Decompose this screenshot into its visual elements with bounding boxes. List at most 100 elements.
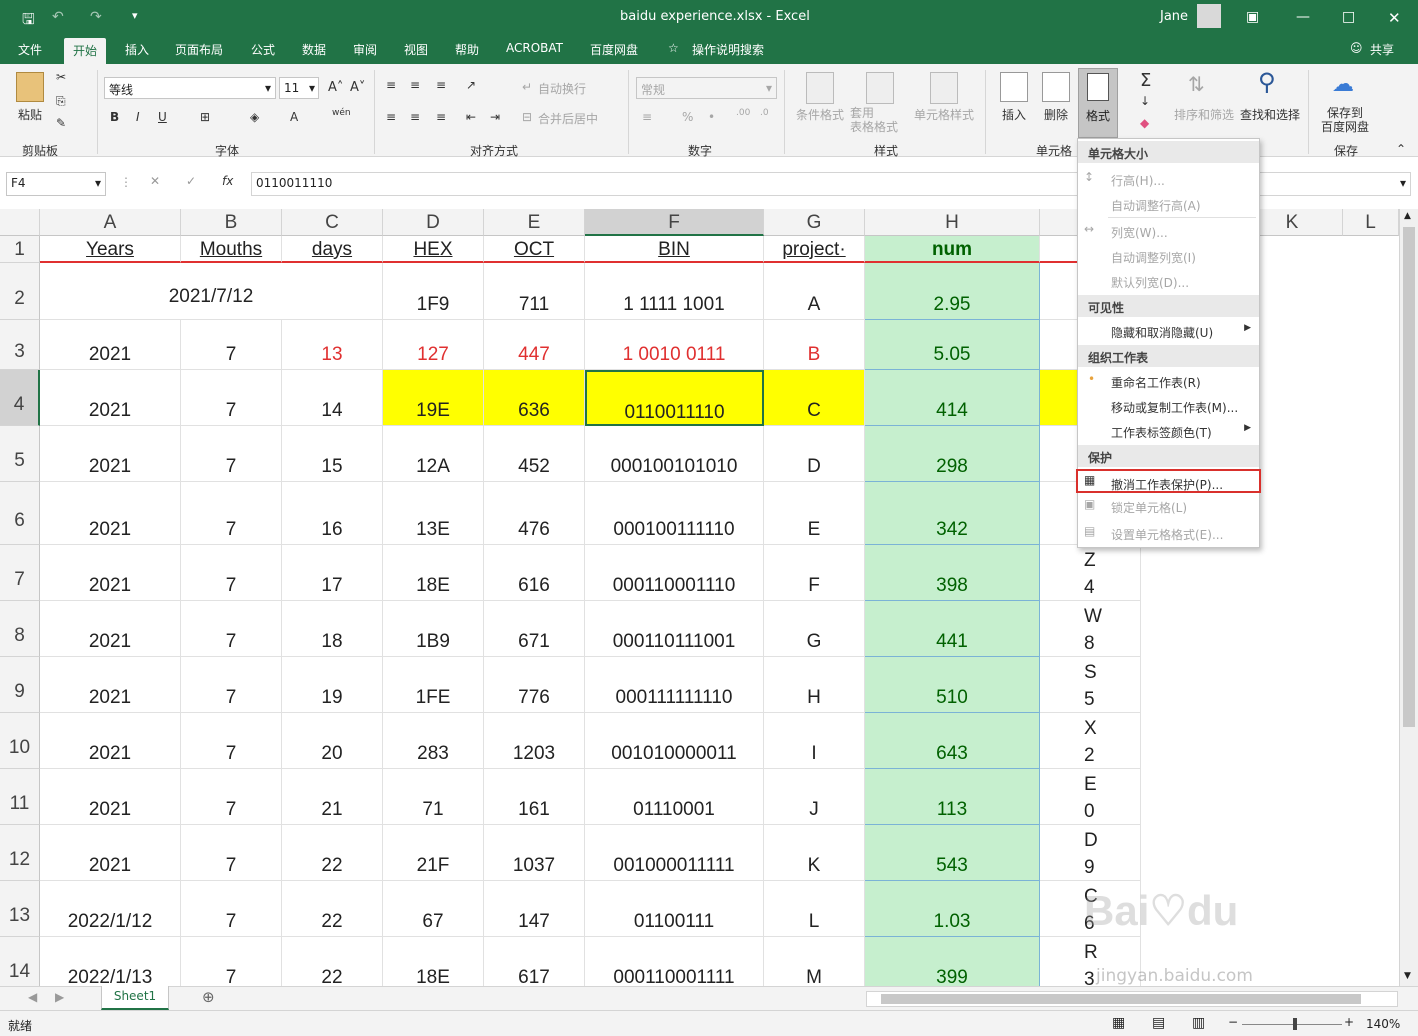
cell-h9[interactable]: 510 — [865, 657, 1040, 713]
insert-function-icon[interactable]: fx — [222, 174, 233, 188]
cell-i10[interactable]: X 2 — [1040, 713, 1141, 769]
tab-help[interactable]: 帮助 — [455, 41, 479, 58]
cell-c13[interactable]: 22 — [282, 881, 383, 937]
cell-a6[interactable]: 2021 — [40, 482, 181, 545]
cell-b13[interactable]: 7 — [181, 881, 282, 937]
cell-c14[interactable]: 22 — [282, 937, 383, 986]
row-header-13[interactable]: 13 — [0, 881, 40, 937]
cell-e11[interactable]: 161 — [484, 769, 585, 825]
cell-f11[interactable]: 01110001 — [585, 769, 764, 825]
row-header-3[interactable]: 3 — [0, 320, 40, 370]
cell-b10[interactable]: 7 — [181, 713, 282, 769]
zoom-out-icon[interactable]: − — [1228, 1015, 1238, 1029]
search-icon[interactable]: ⚲ — [1258, 68, 1276, 96]
share-button[interactable]: 共享 — [1370, 41, 1394, 58]
cell-a10[interactable]: 2021 — [40, 713, 181, 769]
find-select-button[interactable]: 查找和选择 — [1240, 106, 1300, 123]
row-header-1[interactable]: 1 — [0, 236, 40, 263]
cell-d13[interactable]: 67 — [383, 881, 484, 937]
tab-home[interactable]: 开始 — [64, 38, 107, 64]
h-scroll-thumb[interactable] — [881, 994, 1361, 1004]
menu-tab-color[interactable]: 工作表标签颜色(T) ▶ — [1078, 419, 1259, 443]
cell-d11[interactable]: 71 — [383, 769, 484, 825]
cell-c3[interactable]: 13 — [282, 320, 383, 370]
sort-filter-icon[interactable]: ⇅ — [1188, 72, 1205, 96]
cell-c4[interactable]: 14 — [282, 370, 383, 426]
cell-g10[interactable]: I — [764, 713, 865, 769]
format-table-icon[interactable] — [866, 72, 894, 104]
format-button[interactable]: 格式 — [1078, 68, 1118, 138]
maximize-icon[interactable]: □ — [1342, 9, 1355, 25]
cell-e13[interactable]: 147 — [484, 881, 585, 937]
align-center-icon[interactable]: ≡ — [410, 110, 420, 124]
cell-e4[interactable]: 636 — [484, 370, 585, 426]
header-cell-c[interactable]: days — [282, 236, 383, 263]
format-table-button[interactable]: 套用 表格格式 — [850, 106, 898, 134]
row-header-6[interactable]: 6 — [0, 482, 40, 545]
cell-a4[interactable]: 2021 — [40, 370, 181, 426]
zoom-level[interactable]: 140% — [1366, 1017, 1400, 1031]
tab-acrobat[interactable]: ACROBAT — [506, 41, 563, 55]
conditional-format-button[interactable]: 条件格式 — [796, 106, 844, 123]
font-size-box[interactable]: 11 ▾ — [279, 77, 319, 99]
decrease-decimal-icon[interactable]: .0 — [760, 108, 769, 118]
fill-icon[interactable]: ↓ — [1140, 94, 1150, 108]
cell-d6[interactable]: 13E — [383, 482, 484, 545]
clear-icon[interactable]: ◆ — [1140, 116, 1149, 130]
menu-lock-cell[interactable]: ▣ 锁定单元格(L) — [1078, 494, 1259, 518]
insert-cells-icon[interactable] — [1000, 72, 1028, 102]
header-cell-f[interactable]: BIN — [585, 236, 764, 263]
cell-g14[interactable]: M — [764, 937, 865, 986]
format-painter-icon[interactable]: ✎ — [56, 116, 66, 130]
cell-d8[interactable]: 1B9 — [383, 601, 484, 657]
cell-i9[interactable]: S 5 — [1040, 657, 1141, 713]
cell-e5[interactable]: 452 — [484, 426, 585, 482]
sort-filter-button[interactable]: 排序和筛选 — [1174, 106, 1234, 123]
cell-d5[interactable]: 12A — [383, 426, 484, 482]
align-middle-icon[interactable]: ≡ — [410, 78, 420, 92]
select-all-corner[interactable] — [0, 209, 40, 236]
tab-baidu[interactable]: 百度网盘 — [590, 41, 638, 58]
menu-autofit-row[interactable]: 自动调整行高(A) — [1078, 192, 1259, 216]
font-color-icon[interactable]: A — [290, 110, 298, 124]
scroll-down-icon[interactable]: ▼ — [1404, 971, 1411, 981]
cell-f8[interactable]: 000110111001 — [585, 601, 764, 657]
cell-b9[interactable]: 7 — [181, 657, 282, 713]
row-header-10[interactable]: 10 — [0, 713, 40, 769]
cell-b5[interactable]: 7 — [181, 426, 282, 482]
cell-a13[interactable]: 2022/1/12 — [40, 881, 181, 937]
collapse-ribbon-icon[interactable]: ⌃ — [1396, 142, 1406, 156]
column-header-f[interactable]: F — [585, 209, 764, 236]
row-header-7[interactable]: 7 — [0, 545, 40, 601]
cell-g6[interactable]: E — [764, 482, 865, 545]
cell-a2[interactable]: 2021/7/12 — [40, 263, 383, 320]
sheet-tab-sheet1[interactable]: Sheet1 — [101, 986, 169, 1010]
cell-g2[interactable]: A — [764, 263, 865, 320]
fill-color-icon[interactable]: ◈ — [250, 110, 259, 124]
menu-format-cells[interactable]: ▤ 设置单元格格式(E)... — [1078, 521, 1259, 545]
cell-d14[interactable]: 18E — [383, 937, 484, 986]
align-left-icon[interactable]: ≡ — [386, 110, 396, 124]
cell-h8[interactable]: 441 — [865, 601, 1040, 657]
cell-g8[interactable]: G — [764, 601, 865, 657]
row-header-14[interactable]: 14 — [0, 937, 40, 986]
menu-hide-unhide[interactable]: 隐藏和取消隐藏(U) ▶ — [1078, 319, 1259, 343]
cell-h14[interactable]: 399 — [865, 937, 1040, 986]
accounting-icon[interactable]: ≡ — [642, 110, 652, 124]
column-header-a[interactable]: A — [40, 209, 181, 236]
bold-icon[interactable]: B — [110, 110, 119, 124]
border-icon[interactable]: ⊞ — [200, 110, 210, 124]
insert-button[interactable]: 插入 — [1002, 106, 1026, 123]
column-header-g[interactable]: G — [764, 209, 865, 236]
cell-f7[interactable]: 000110001110 — [585, 545, 764, 601]
merge-center-button[interactable]: 合并后居中 — [538, 110, 598, 127]
cell-g11[interactable]: J — [764, 769, 865, 825]
normal-view-icon[interactable]: ▦ — [1112, 1015, 1125, 1031]
cell-c5[interactable]: 15 — [282, 426, 383, 482]
cell-h5[interactable]: 298 — [865, 426, 1040, 482]
wrap-text-button[interactable]: 自动换行 — [538, 80, 586, 97]
tab-review[interactable]: 审阅 — [353, 41, 377, 58]
avatar[interactable] — [1197, 4, 1221, 28]
minimize-icon[interactable]: — — [1296, 9, 1310, 25]
cell-f13[interactable]: 01100111 — [585, 881, 764, 937]
